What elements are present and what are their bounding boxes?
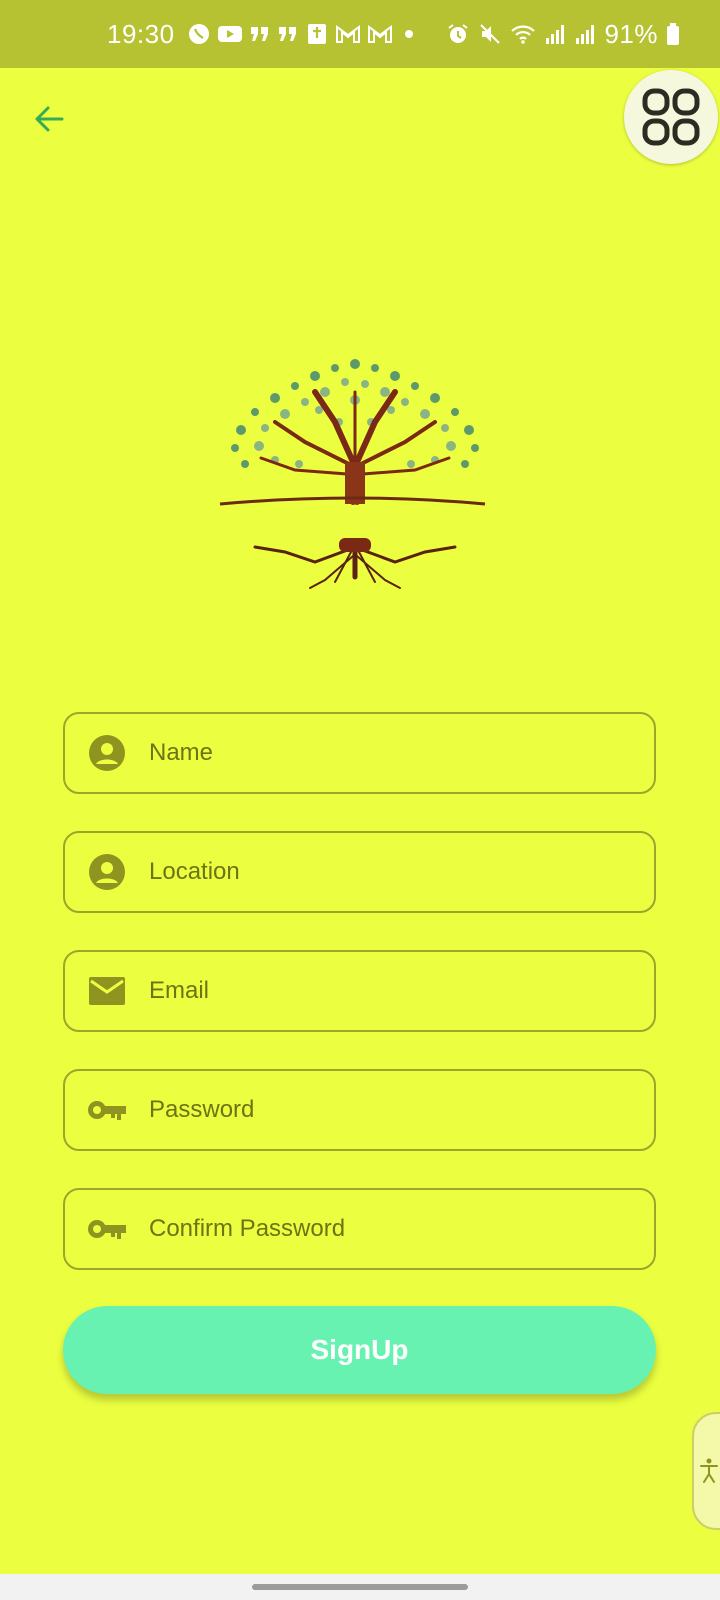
name-field[interactable]: Name <box>63 712 656 794</box>
key-icon <box>87 1209 127 1249</box>
accessibility-icon <box>700 1458 718 1483</box>
dot-icon <box>404 30 413 38</box>
signal-icon <box>546 25 565 44</box>
mute-icon <box>480 24 501 44</box>
confirm-password-field[interactable]: Confirm Password <box>63 1188 656 1270</box>
location-field[interactable]: Location <box>63 831 656 913</box>
gmail-icon <box>367 25 392 43</box>
name-placeholder: Name <box>149 739 214 766</box>
status-time: 19:30 <box>107 18 175 49</box>
grid-icon <box>642 88 700 146</box>
quote-icon <box>250 27 268 41</box>
whatsapp-icon <box>188 24 209 44</box>
status-bar: 19:30 91% <box>0 0 720 68</box>
battery-icon <box>667 23 679 45</box>
accessibility-tab[interactable] <box>692 1412 720 1530</box>
person-icon <box>87 852 127 892</box>
mail-icon <box>87 971 127 1011</box>
password-placeholder: Password <box>149 1096 255 1123</box>
key-icon <box>87 1090 127 1130</box>
email-field[interactable]: Email <box>63 950 656 1032</box>
grid-menu-button[interactable] <box>624 70 718 164</box>
navigation-bar <box>0 1574 720 1600</box>
gmail-icon <box>335 25 360 43</box>
password-field[interactable]: Password <box>63 1069 656 1151</box>
bible-icon <box>307 24 326 44</box>
person-icon <box>87 733 127 773</box>
battery-percent: 91% <box>604 18 658 49</box>
alarm-icon <box>448 24 469 43</box>
quote-icon <box>278 27 296 41</box>
tree-logo <box>219 359 486 589</box>
confirm-password-placeholder: Confirm Password <box>149 1215 346 1242</box>
signup-button[interactable]: SignUp <box>63 1306 656 1394</box>
youtube-icon <box>217 26 242 42</box>
wifi-icon <box>511 25 536 44</box>
arrow-back-icon <box>35 106 64 132</box>
location-placeholder: Location <box>149 858 240 885</box>
signal-icon <box>576 25 595 44</box>
back-button[interactable] <box>26 96 72 142</box>
home-indicator[interactable] <box>252 1584 468 1590</box>
email-placeholder: Email <box>149 977 210 1004</box>
notification-icons <box>187 22 419 46</box>
system-icons: 91% <box>446 19 680 50</box>
